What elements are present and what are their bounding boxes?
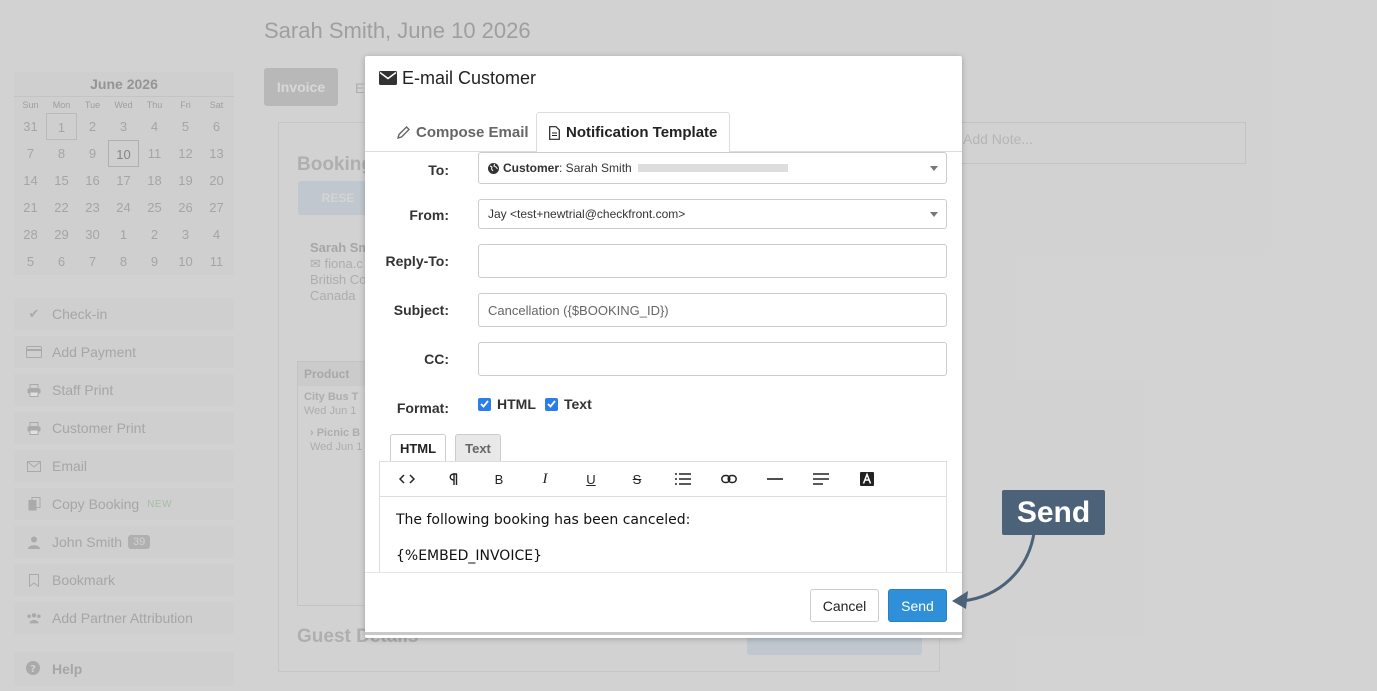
editor-line: {%EMBED_INVOICE} (396, 548, 542, 564)
horizontal-rule-icon[interactable] (752, 464, 798, 494)
tab-label: Notification Template (566, 124, 718, 141)
chevron-down-icon (930, 212, 938, 217)
html-checkbox[interactable]: HTML (478, 396, 536, 412)
editor-toolbar: B I U S (380, 462, 946, 497)
modal-bottom-edge (365, 632, 962, 635)
redacted-text (637, 164, 788, 172)
reply-to-label: Reply-To: (385, 253, 449, 269)
link-icon[interactable] (706, 464, 752, 494)
to-value: : Sarah Smith (559, 161, 632, 175)
text-color-icon[interactable] (844, 464, 890, 494)
pencil-icon (397, 125, 410, 139)
align-icon[interactable] (798, 464, 844, 494)
cc-label: CC: (424, 351, 449, 367)
subject-label: Subject: (393, 302, 449, 318)
editor-content[interactable]: The following booking has been canceled:… (380, 497, 946, 572)
chevron-down-icon (930, 166, 938, 171)
tab-label: Compose Email (416, 123, 529, 141)
rich-text-editor: B I U S The following booking has been c… (379, 461, 947, 573)
to-prefix: Customer (503, 161, 560, 175)
email-customer-modal: E-mail Customer Compose Email Notificati… (365, 56, 962, 638)
from-value: Jay <test+newtrial@checkfront.com> (488, 207, 686, 221)
text-checkbox[interactable]: Text (545, 396, 592, 412)
modal-title: E-mail Customer (402, 67, 537, 88)
callout-arrow-icon (952, 532, 1036, 609)
cc-input[interactable] (478, 342, 947, 376)
file-icon (549, 125, 560, 140)
envelope-icon (379, 71, 397, 85)
underline-icon[interactable]: U (568, 464, 614, 494)
text-checkbox-label: Text (564, 396, 592, 412)
to-label: To: (428, 162, 449, 178)
paragraph-icon[interactable] (430, 464, 476, 494)
checkbox-checked-icon (545, 397, 558, 411)
editor-tab-html[interactable]: HTML (390, 434, 446, 462)
tab-notification-template[interactable]: Notification Template (536, 112, 731, 153)
bold-icon[interactable]: B (476, 464, 522, 494)
reply-to-input[interactable] (478, 244, 947, 278)
globe-icon (488, 162, 499, 174)
strikethrough-icon[interactable]: S (614, 464, 660, 494)
format-label: Format: (396, 400, 449, 416)
modal-tabs: Compose Email Notification Template (365, 112, 962, 153)
italic-icon[interactable]: I (522, 464, 568, 494)
to-select[interactable]: Customer : Sarah Smith (478, 152, 947, 184)
code-icon[interactable] (384, 464, 430, 494)
tab-compose-email[interactable]: Compose Email (385, 112, 541, 152)
cancel-button[interactable]: Cancel (810, 589, 879, 622)
html-checkbox-label: HTML (497, 396, 536, 412)
from-label: From: (409, 207, 449, 223)
checkbox-checked-icon (478, 397, 491, 411)
modal-header: E-mail Customer (365, 56, 962, 100)
editor-line: The following booking has been canceled: (396, 512, 691, 528)
modal-footer: Cancel Send (365, 572, 962, 632)
list-icon[interactable] (660, 464, 706, 494)
send-button[interactable]: Send (888, 589, 947, 622)
subject-input[interactable]: Cancellation ({$BOOKING_ID}) (478, 293, 947, 327)
from-select[interactable]: Jay <test+newtrial@checkfront.com> (478, 199, 947, 229)
editor-tab-text[interactable]: Text (455, 434, 501, 462)
